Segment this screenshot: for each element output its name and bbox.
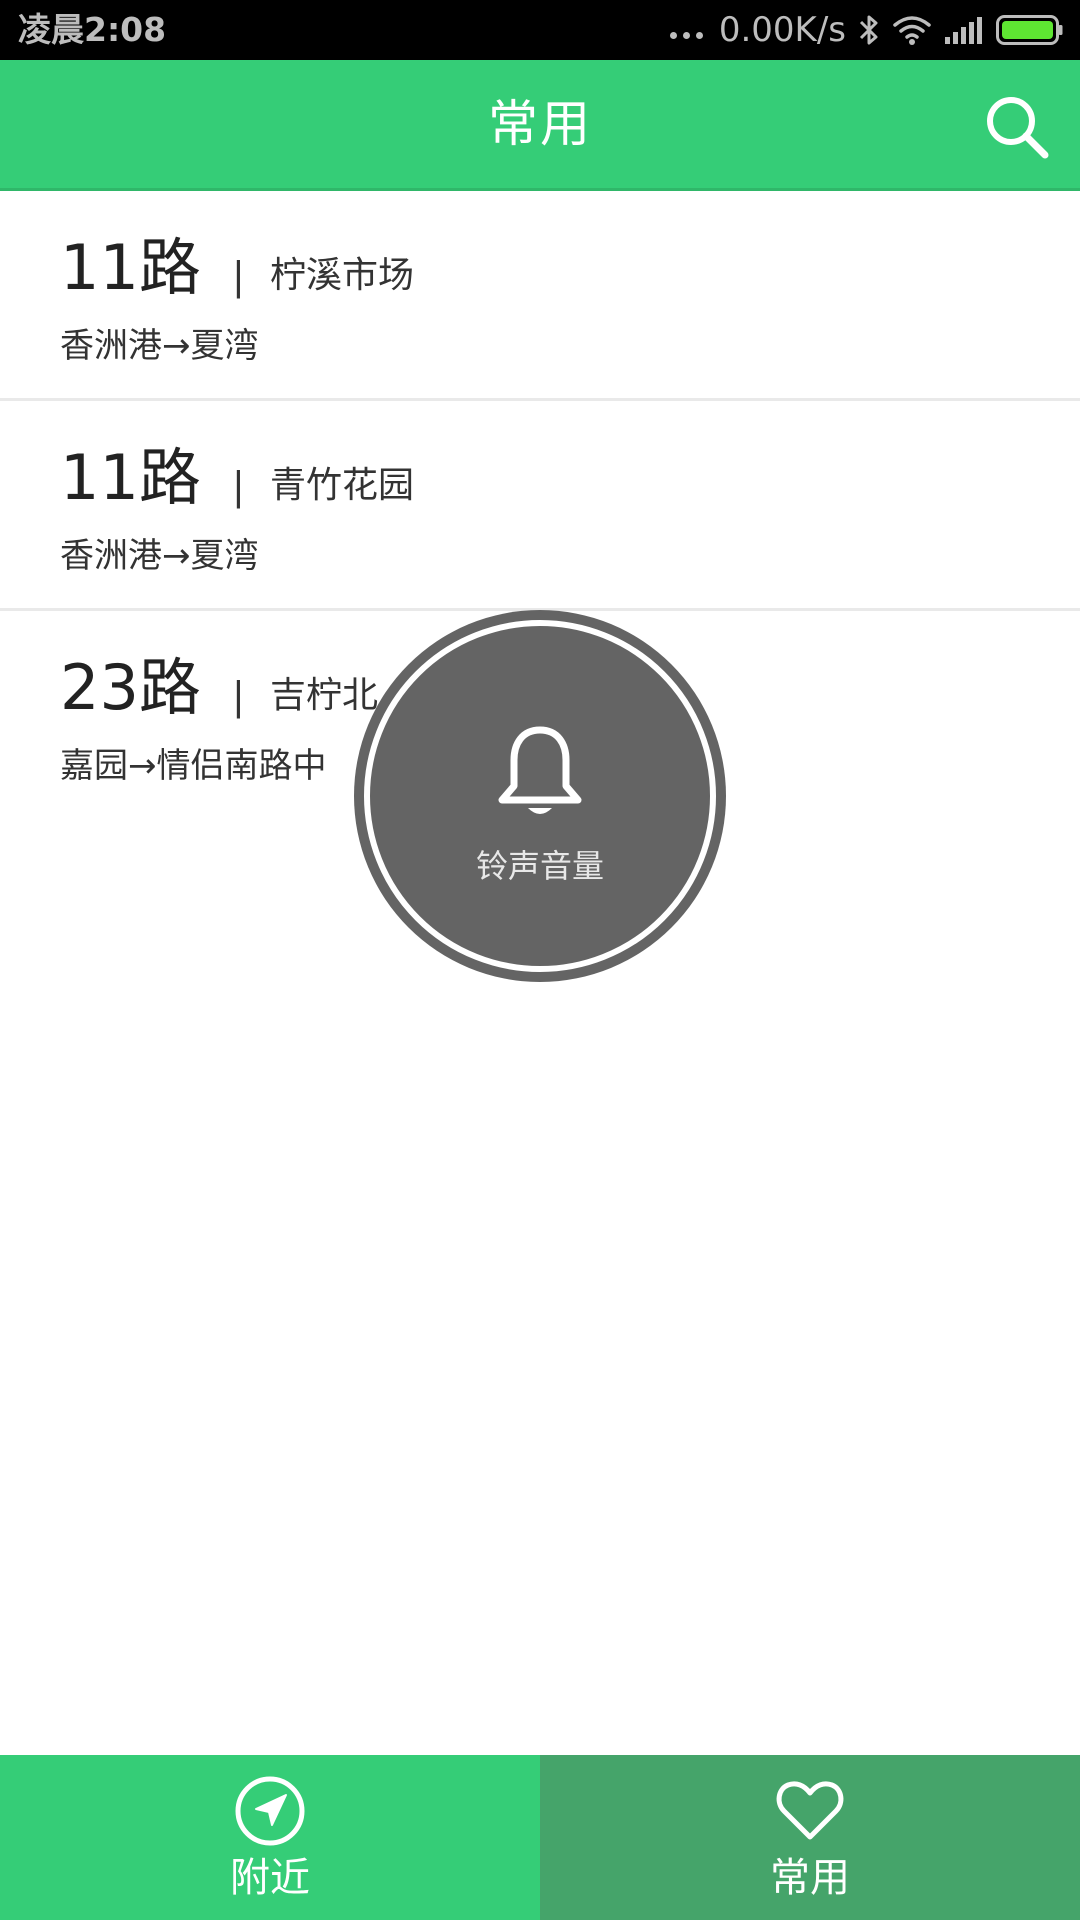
heart-icon (776, 1781, 844, 1840)
tab-label: 常用 (770, 1855, 850, 1901)
app-bar: 常用 (0, 60, 1080, 191)
route-line-number: 11路 (60, 231, 201, 304)
route-stop-name: 柠溪市场 (270, 255, 415, 296)
route-line-number: 23路 (60, 651, 201, 724)
ringer-volume-overlay: 铃声音量 (354, 610, 726, 982)
route-separator: | (232, 464, 245, 508)
route-stop-name: 吉柠北 (270, 675, 379, 716)
status-icons: 0.00K/s (669, 0, 1064, 60)
search-icon[interactable] (984, 94, 1050, 160)
net-speed: 0.00K/s (718, 10, 846, 50)
navigation-arrow-icon (235, 1776, 305, 1846)
battery-icon (996, 15, 1063, 45)
route-line-number: 11路 (60, 441, 201, 514)
list-item[interactable]: 11路 | 柠溪市场 香洲港→夏湾 (0, 191, 1080, 401)
route-direction: 香洲港→夏湾 (60, 326, 259, 366)
wifi-icon (893, 16, 931, 45)
bottom-nav: 附近 常用 (0, 1755, 1080, 1920)
route-separator: | (232, 674, 245, 718)
volume-label: 铃声音量 (475, 847, 604, 885)
signal-icon (945, 17, 982, 44)
page-title: 常用 (488, 95, 592, 153)
tab-favorites[interactable]: 常用 (540, 1755, 1080, 1920)
bell-icon (498, 726, 582, 814)
tab-nearby[interactable]: 附近 (0, 1755, 540, 1920)
list-item[interactable]: 11路 | 青竹花园 香洲港→夏湾 (0, 401, 1080, 611)
more-dots-icon (669, 31, 703, 39)
tab-label: 附近 (230, 1855, 310, 1901)
status-time: 凌晨2:08 (18, 10, 167, 49)
route-stop-name: 青竹花园 (270, 465, 415, 506)
route-separator: | (232, 254, 245, 298)
screen: 凌晨2:08 0.00K/s 常用 11路 | 柠溪市场 香洲港→夏湾 11路 … (0, 0, 1080, 1920)
route-direction: 嘉园→情侣南路中 (60, 746, 327, 786)
bluetooth-icon (859, 15, 878, 45)
status-bar: 凌晨2:08 0.00K/s (0, 0, 1080, 60)
route-direction: 香洲港→夏湾 (60, 536, 259, 576)
